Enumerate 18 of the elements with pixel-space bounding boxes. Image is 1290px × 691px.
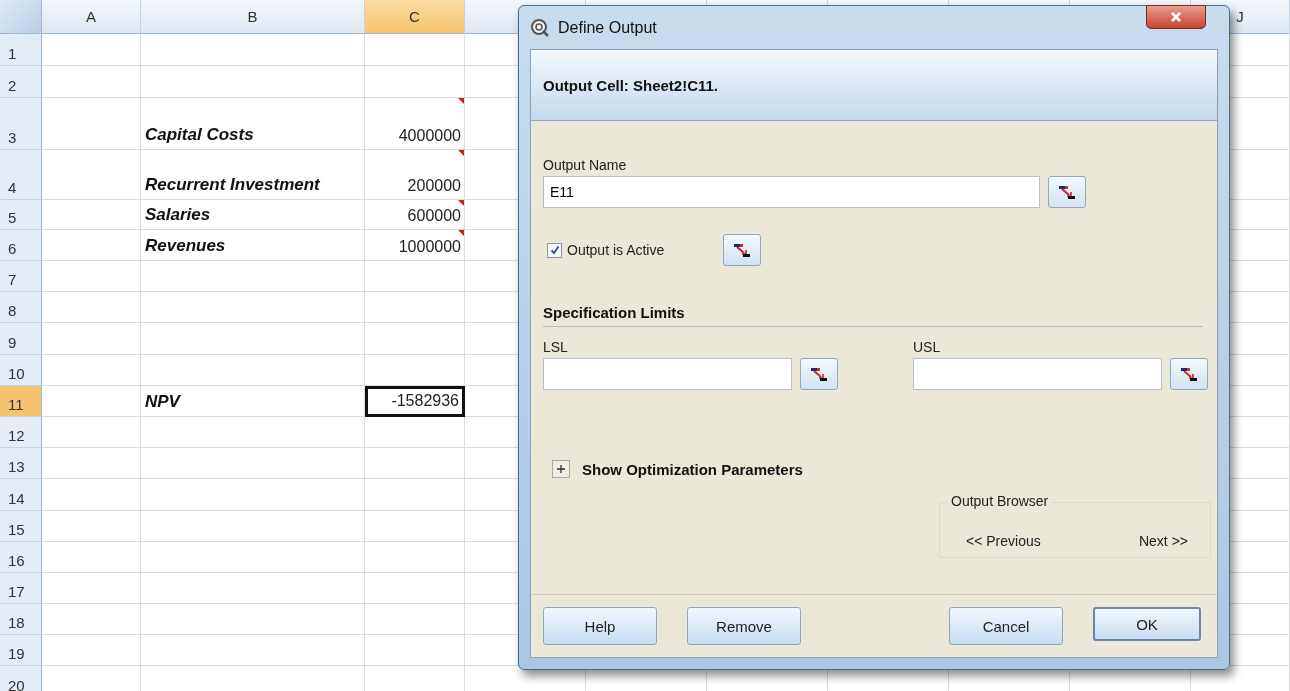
field-label: USL — [913, 339, 942, 355]
field-label: Output Name — [543, 157, 628, 173]
table-cell: Revenues — [141, 230, 365, 261]
table-cell: 600000 — [365, 200, 465, 230]
table-cell: Recurrent Investment — [141, 150, 365, 200]
table-cell: 4000000 — [365, 98, 465, 150]
window-title: Define Output — [558, 18, 657, 37]
table-cell: Salaries — [141, 200, 365, 230]
section-heading: Specification Limits — [543, 304, 685, 321]
table-cell: -1582936 — [365, 385, 465, 417]
table-cell: 200000 — [365, 150, 465, 200]
group-title: Output Browser — [948, 493, 1052, 509]
table-cell: NPV — [141, 385, 365, 417]
checkbox-label: Output is Active — [567, 242, 665, 258]
field-label: LSL — [543, 339, 569, 355]
table-cell: 1000000 — [365, 230, 465, 261]
table-cell: Capital Costs — [141, 98, 365, 150]
output-cell-heading: Output Cell: Sheet2!C11. — [543, 76, 719, 94]
